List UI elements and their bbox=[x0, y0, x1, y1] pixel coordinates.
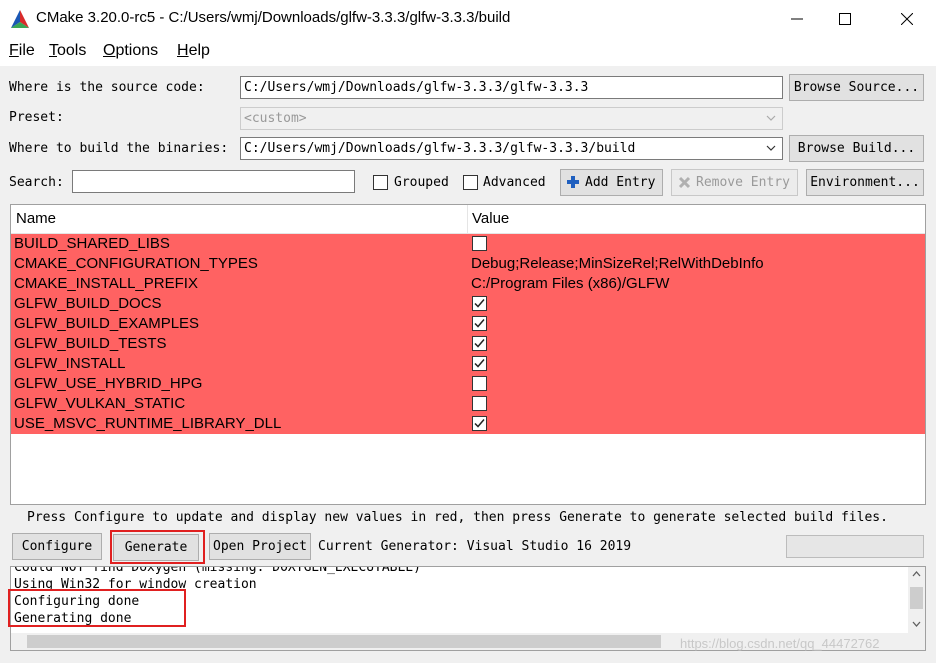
browse-source-button[interactable]: Browse Source... bbox=[789, 74, 924, 101]
browse-build-button[interactable]: Browse Build... bbox=[789, 135, 924, 162]
binaries-path-value: C:/Users/wmj/Downloads/glfw-3.3.3/glfw-3… bbox=[244, 141, 636, 156]
cache-entry-name: GLFW_BUILD_DOCS bbox=[14, 295, 162, 312]
table-row[interactable]: GLFW_BUILD_EXAMPLES bbox=[11, 314, 925, 334]
watermark: https://blog.csdn.net/qq_44472762 bbox=[680, 636, 880, 651]
scroll-down-icon[interactable] bbox=[912, 621, 921, 627]
search-label: Search: bbox=[9, 175, 64, 190]
log-vertical-scrollbar[interactable] bbox=[908, 567, 925, 633]
cache-entry-name: CMAKE_INSTALL_PREFIX bbox=[14, 275, 198, 292]
cache-table: Name Value BUILD_SHARED_LIBS CMAKE_CONFIG… bbox=[10, 204, 926, 505]
menu-help-label: elp bbox=[188, 42, 210, 59]
cache-entry-checkbox[interactable] bbox=[472, 336, 487, 351]
cache-entry-value[interactable]: Debug;Release;MinSizeRel;RelWithDebInfo bbox=[471, 255, 764, 272]
cache-entry-name: USE_MSVC_RUNTIME_LIBRARY_DLL bbox=[14, 415, 282, 432]
menu-file-mnemonic: F bbox=[9, 42, 19, 59]
cache-entry-checkbox[interactable] bbox=[472, 316, 487, 331]
cache-entry-name: GLFW_BUILD_TESTS bbox=[14, 335, 167, 352]
table-row[interactable]: CMAKE_CONFIGURATION_TYPES Debug;Release;M… bbox=[11, 254, 925, 274]
minimize-button[interactable] bbox=[774, 0, 820, 38]
title-bar: CMake 3.20.0-rc5 - C:/Users/wmj/Download… bbox=[0, 0, 936, 38]
remove-entry-button[interactable]: Remove Entry bbox=[671, 169, 798, 196]
cache-entry-checkbox[interactable] bbox=[472, 396, 487, 411]
configure-button[interactable]: Configure bbox=[12, 533, 102, 560]
add-icon bbox=[567, 176, 579, 188]
hint-text: Press Configure to update and display ne… bbox=[27, 510, 888, 525]
cache-entry-name: BUILD_SHARED_LIBS bbox=[14, 235, 170, 252]
column-value-header[interactable]: Value bbox=[472, 210, 509, 227]
binaries-path-combo[interactable]: C:/Users/wmj/Downloads/glfw-3.3.3/glfw-3… bbox=[240, 137, 783, 160]
table-row[interactable]: CMAKE_INSTALL_PREFIX C:/Program Files (x8… bbox=[11, 274, 925, 294]
cache-entry-checkbox[interactable] bbox=[472, 416, 487, 431]
table-row[interactable]: BUILD_SHARED_LIBS bbox=[11, 234, 925, 254]
column-name-header[interactable]: Name bbox=[16, 210, 56, 227]
cache-entry-name: CMAKE_CONFIGURATION_TYPES bbox=[14, 255, 258, 272]
window-title: CMake 3.20.0-rc5 - C:/Users/wmj/Download… bbox=[36, 9, 511, 26]
cache-entry-name: GLFW_INSTALL bbox=[14, 355, 126, 372]
remove-entry-label: Remove Entry bbox=[696, 175, 790, 190]
menu-options[interactable]: Options bbox=[103, 42, 158, 60]
menu-help-mnemonic: H bbox=[177, 42, 189, 59]
cache-entry-checkbox[interactable] bbox=[472, 356, 487, 371]
cache-entry-value[interactable]: C:/Program Files (x86)/GLFW bbox=[471, 275, 669, 292]
maximize-icon bbox=[839, 13, 851, 25]
table-row[interactable]: GLFW_BUILD_TESTS bbox=[11, 334, 925, 354]
table-header: Name Value bbox=[11, 205, 925, 234]
log-vertical-scroll-thumb[interactable] bbox=[910, 587, 923, 609]
preset-label: Preset: bbox=[9, 110, 64, 125]
advanced-label: Advanced bbox=[483, 175, 546, 190]
menu-tools-label: ools bbox=[57, 42, 87, 59]
generate-highlight-box bbox=[110, 530, 205, 564]
menu-help[interactable]: Help bbox=[177, 42, 210, 60]
preset-value: <custom> bbox=[244, 111, 307, 126]
menu-options-mnemonic: O bbox=[103, 42, 116, 59]
current-generator-text: Current Generator: Visual Studio 16 2019 bbox=[318, 539, 632, 554]
menu-tools-mnemonic: T bbox=[49, 42, 57, 59]
cmake-logo-icon bbox=[10, 9, 30, 29]
column-divider[interactable] bbox=[467, 205, 468, 233]
scroll-up-icon[interactable] bbox=[912, 571, 921, 577]
close-button[interactable] bbox=[884, 0, 930, 38]
log-line: Could NOT find Doxygen (missing: DOXYGEN… bbox=[14, 566, 421, 575]
cache-entry-checkbox[interactable] bbox=[472, 236, 487, 251]
menu-file[interactable]: File bbox=[9, 42, 35, 60]
preset-select[interactable]: <custom> bbox=[240, 107, 783, 130]
menu-tools[interactable]: Tools bbox=[49, 42, 86, 60]
source-label: Where is the source code: bbox=[9, 80, 205, 95]
advanced-checkbox[interactable] bbox=[463, 175, 478, 190]
chevron-down-icon bbox=[766, 115, 776, 121]
cache-entry-checkbox[interactable] bbox=[472, 296, 487, 311]
close-icon bbox=[901, 13, 913, 25]
table-row[interactable]: GLFW_BUILD_DOCS bbox=[11, 294, 925, 314]
cache-entry-name: GLFW_VULKAN_STATIC bbox=[14, 395, 186, 412]
remove-icon bbox=[678, 176, 691, 189]
source-path-input[interactable]: C:/Users/wmj/Downloads/glfw-3.3.3/glfw-3… bbox=[240, 76, 783, 99]
maximize-button[interactable] bbox=[822, 0, 868, 38]
table-row[interactable]: GLFW_USE_HYBRID_HPG bbox=[11, 374, 925, 394]
add-entry-button[interactable]: Add Entry bbox=[560, 169, 663, 196]
add-entry-label: Add Entry bbox=[585, 175, 656, 190]
progress-bar bbox=[786, 535, 924, 558]
cache-entry-name: GLFW_USE_HYBRID_HPG bbox=[14, 375, 203, 392]
binaries-label: Where to build the binaries: bbox=[9, 141, 229, 156]
minimize-icon bbox=[791, 18, 803, 20]
chevron-down-icon bbox=[766, 145, 776, 151]
table-row[interactable]: GLFW_VULKAN_STATIC bbox=[11, 394, 925, 414]
cache-entry-checkbox[interactable] bbox=[472, 376, 487, 391]
log-horizontal-scroll-thumb[interactable] bbox=[27, 635, 661, 648]
table-row[interactable]: GLFW_INSTALL bbox=[11, 354, 925, 374]
output-highlight-box bbox=[8, 589, 186, 627]
menu-options-label: ptions bbox=[115, 42, 159, 59]
cache-entry-name: GLFW_BUILD_EXAMPLES bbox=[14, 315, 200, 332]
menu-file-label: ile bbox=[18, 42, 35, 59]
environment-button[interactable]: Environment... bbox=[806, 169, 924, 196]
open-project-button[interactable]: Open Project bbox=[209, 533, 311, 560]
table-row[interactable]: USE_MSVC_RUNTIME_LIBRARY_DLL bbox=[11, 414, 925, 434]
grouped-checkbox[interactable] bbox=[373, 175, 388, 190]
grouped-label: Grouped bbox=[394, 175, 449, 190]
search-input[interactable] bbox=[72, 170, 355, 193]
menu-bar: File Tools Options Help bbox=[0, 38, 936, 66]
